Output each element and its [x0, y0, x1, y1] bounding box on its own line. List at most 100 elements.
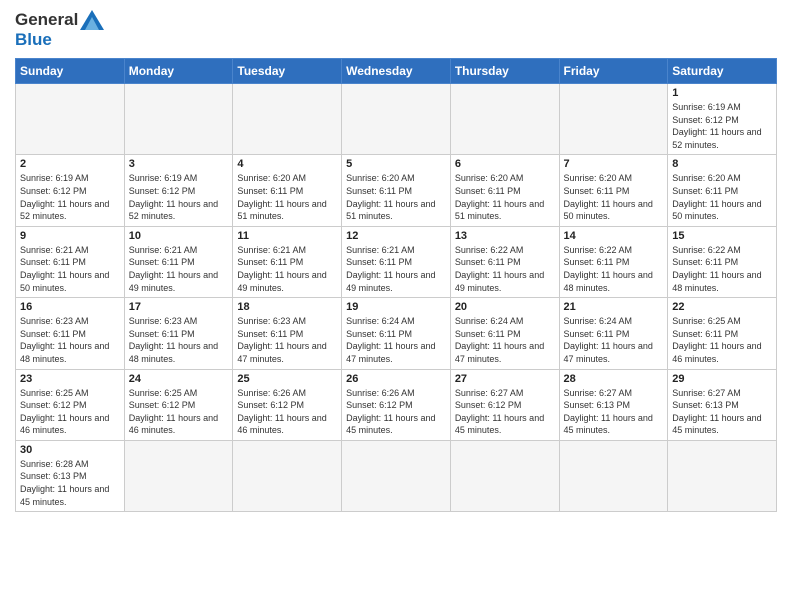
table-row: 1Sunrise: 6:19 AM Sunset: 6:12 PM Daylig… — [668, 84, 777, 155]
table-row: 13Sunrise: 6:22 AM Sunset: 6:11 PM Dayli… — [450, 226, 559, 297]
day-number: 18 — [237, 301, 337, 313]
cell-daylight-info: Sunrise: 6:26 AM Sunset: 6:12 PM Dayligh… — [346, 387, 446, 437]
table-row — [450, 84, 559, 155]
logo: GeneralBlue — [15, 10, 104, 50]
calendar-week-row: 2 Sunrise: 6:19 AM Sunset: 6:12 PM Daylig… — [16, 155, 777, 226]
cell-daylight-info: Sunrise: 6:27 AM Sunset: 6:12 PM Dayligh… — [455, 387, 555, 437]
day-number: 23 — [20, 373, 120, 385]
table-row: 6Sunrise: 6:20 AM Sunset: 6:11 PM Daylig… — [450, 155, 559, 226]
table-row: 2Sunrise: 6:19 AM Sunset: 6:12 PM Daylig… — [16, 155, 125, 226]
cell-daylight-info: Sunrise: 6:21 AM Sunset: 6:11 PM Dayligh… — [346, 244, 446, 294]
table-row: 30 Sunrise: 6:28 AM Sunset: 6:13 PM Dayli… — [16, 440, 125, 511]
day-number: 22 — [672, 301, 772, 313]
table-row: 8 Sunrise: 6:20 AM Sunset: 6:11 PM Daylig… — [668, 155, 777, 226]
day-number: 5 — [346, 158, 446, 170]
calendar-header-row: Sunday Monday Tuesday Wednesday Thursday… — [16, 59, 777, 84]
day-number: 21 — [564, 301, 664, 313]
cell-daylight-info: Sunrise: 6:25 AM Sunset: 6:12 PM Dayligh… — [129, 387, 229, 437]
table-row: 27 Sunrise: 6:27 AM Sunset: 6:12 PM Dayli… — [450, 369, 559, 440]
cell-daylight-info: Sunrise: 6:23 AM Sunset: 6:11 PM Dayligh… — [20, 315, 120, 365]
table-row — [124, 84, 233, 155]
table-row: 10Sunrise: 6:21 AM Sunset: 6:11 PM Dayli… — [124, 226, 233, 297]
calendar-week-row: 23 Sunrise: 6:25 AM Sunset: 6:12 PM Dayli… — [16, 369, 777, 440]
col-thursday: Thursday — [450, 59, 559, 84]
day-number: 1 — [672, 87, 772, 99]
day-number: 13 — [455, 230, 555, 242]
cell-daylight-info: Sunrise: 6:19 AM Sunset: 6:12 PM Dayligh… — [129, 172, 229, 222]
calendar-week-row: 30 Sunrise: 6:28 AM Sunset: 6:13 PM Dayli… — [16, 440, 777, 511]
table-row: 18 Sunrise: 6:23 AM Sunset: 6:11 PM Dayli… — [233, 298, 342, 369]
cell-daylight-info: Sunrise: 6:23 AM Sunset: 6:11 PM Dayligh… — [237, 315, 337, 365]
table-row: 26 Sunrise: 6:26 AM Sunset: 6:12 PM Dayli… — [342, 369, 451, 440]
cell-daylight-info: Sunrise: 6:22 AM Sunset: 6:11 PM Dayligh… — [672, 244, 772, 294]
day-number: 16 — [20, 301, 120, 313]
table-row: 4Sunrise: 6:20 AM Sunset: 6:11 PM Daylig… — [233, 155, 342, 226]
cell-daylight-info: Sunrise: 6:23 AM Sunset: 6:11 PM Dayligh… — [129, 315, 229, 365]
cell-daylight-info: Sunrise: 6:26 AM Sunset: 6:12 PM Dayligh… — [237, 387, 337, 437]
table-row — [233, 84, 342, 155]
day-number: 10 — [129, 230, 229, 242]
table-row — [450, 440, 559, 511]
cell-daylight-info: Sunrise: 6:21 AM Sunset: 6:11 PM Dayligh… — [20, 244, 120, 294]
day-number: 28 — [564, 373, 664, 385]
table-row: 22 Sunrise: 6:25 AM Sunset: 6:11 PM Dayli… — [668, 298, 777, 369]
calendar-table: Sunday Monday Tuesday Wednesday Thursday… — [15, 58, 777, 512]
day-number: 12 — [346, 230, 446, 242]
day-number: 20 — [455, 301, 555, 313]
table-row: 9 Sunrise: 6:21 AM Sunset: 6:11 PM Daylig… — [16, 226, 125, 297]
day-number: 19 — [346, 301, 446, 313]
day-number: 15 — [672, 230, 772, 242]
day-number: 11 — [237, 230, 337, 242]
day-number: 9 — [20, 230, 120, 242]
day-number: 2 — [20, 158, 120, 170]
table-row: 17Sunrise: 6:23 AM Sunset: 6:11 PM Dayli… — [124, 298, 233, 369]
cell-daylight-info: Sunrise: 6:20 AM Sunset: 6:11 PM Dayligh… — [564, 172, 664, 222]
table-row: 29 Sunrise: 6:27 AM Sunset: 6:13 PM Dayli… — [668, 369, 777, 440]
table-row: 7 Sunrise: 6:20 AM Sunset: 6:11 PM Daylig… — [559, 155, 668, 226]
cell-daylight-info: Sunrise: 6:20 AM Sunset: 6:11 PM Dayligh… — [346, 172, 446, 222]
table-row — [668, 440, 777, 511]
cell-daylight-info: Sunrise: 6:27 AM Sunset: 6:13 PM Dayligh… — [672, 387, 772, 437]
cell-daylight-info: Sunrise: 6:24 AM Sunset: 6:11 PM Dayligh… — [564, 315, 664, 365]
day-number: 7 — [564, 158, 664, 170]
day-number: 29 — [672, 373, 772, 385]
table-row: 20 Sunrise: 6:24 AM Sunset: 6:11 PM Dayli… — [450, 298, 559, 369]
table-row: 25 Sunrise: 6:26 AM Sunset: 6:12 PM Dayli… — [233, 369, 342, 440]
day-number: 30 — [20, 444, 120, 456]
table-row — [342, 84, 451, 155]
col-saturday: Saturday — [668, 59, 777, 84]
col-wednesday: Wednesday — [342, 59, 451, 84]
cell-daylight-info: Sunrise: 6:21 AM Sunset: 6:11 PM Dayligh… — [237, 244, 337, 294]
logo-general-text: General — [15, 10, 78, 30]
table-row: 19Sunrise: 6:24 AM Sunset: 6:11 PM Dayli… — [342, 298, 451, 369]
logo-blue-text: Blue — [15, 30, 52, 50]
cell-daylight-info: Sunrise: 6:28 AM Sunset: 6:13 PM Dayligh… — [20, 458, 120, 508]
table-row: 28 Sunrise: 6:27 AM Sunset: 6:13 PM Dayli… — [559, 369, 668, 440]
col-monday: Monday — [124, 59, 233, 84]
day-number: 25 — [237, 373, 337, 385]
table-row: 5 Sunrise: 6:20 AM Sunset: 6:11 PM Daylig… — [342, 155, 451, 226]
cell-daylight-info: Sunrise: 6:25 AM Sunset: 6:11 PM Dayligh… — [672, 315, 772, 365]
calendar-week-row: 1Sunrise: 6:19 AM Sunset: 6:12 PM Daylig… — [16, 84, 777, 155]
table-row — [559, 84, 668, 155]
calendar-week-row: 16 Sunrise: 6:23 AM Sunset: 6:11 PM Dayli… — [16, 298, 777, 369]
table-row: 16 Sunrise: 6:23 AM Sunset: 6:11 PM Dayli… — [16, 298, 125, 369]
day-number: 14 — [564, 230, 664, 242]
day-number: 26 — [346, 373, 446, 385]
table-row — [559, 440, 668, 511]
cell-daylight-info: Sunrise: 6:24 AM Sunset: 6:11 PM Dayligh… — [455, 315, 555, 365]
header: GeneralBlue — [15, 10, 777, 50]
table-row — [233, 440, 342, 511]
table-row: 21 Sunrise: 6:24 AM Sunset: 6:11 PM Dayli… — [559, 298, 668, 369]
day-number: 8 — [672, 158, 772, 170]
table-row: 23Sunrise: 6:25 AM Sunset: 6:12 PM Dayli… — [16, 369, 125, 440]
table-row — [16, 84, 125, 155]
day-number: 6 — [455, 158, 555, 170]
day-number: 27 — [455, 373, 555, 385]
table-row: 15 Sunrise: 6:22 AM Sunset: 6:11 PM Dayli… — [668, 226, 777, 297]
table-row — [124, 440, 233, 511]
cell-daylight-info: Sunrise: 6:20 AM Sunset: 6:11 PM Dayligh… — [672, 172, 772, 222]
day-number: 3 — [129, 158, 229, 170]
col-tuesday: Tuesday — [233, 59, 342, 84]
cell-daylight-info: Sunrise: 6:27 AM Sunset: 6:13 PM Dayligh… — [564, 387, 664, 437]
